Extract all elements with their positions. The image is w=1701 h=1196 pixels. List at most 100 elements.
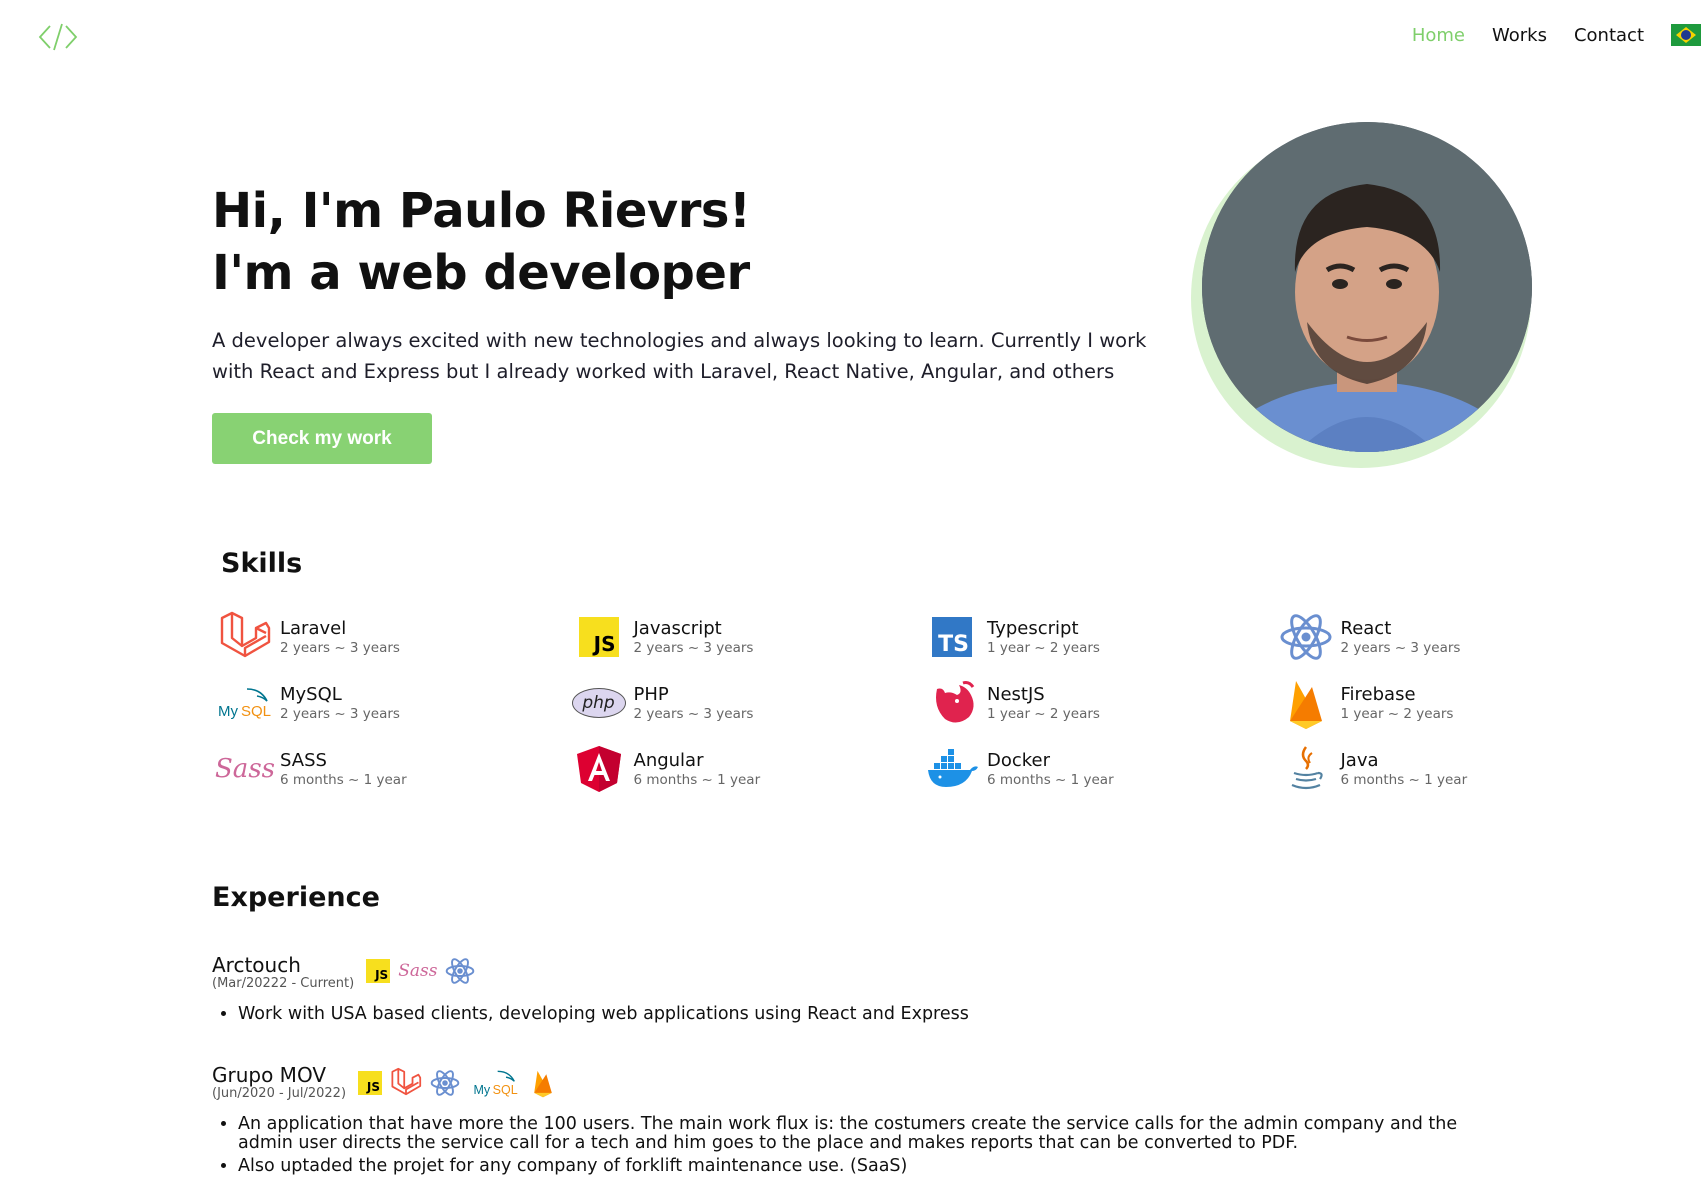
skill-name: Angular [633,750,704,771]
skill-name: SASS [280,750,327,771]
job-period: (Mar/20222 - Current) [212,976,355,991]
job-info: Grupo MOV (Jun/2020 - Jul/2022) [212,1063,346,1101]
profile-avatar [1202,122,1532,452]
sass-icon: Sass [215,741,275,797]
skill-duration: 2 years ~ 3 years [1340,640,1461,656]
skill-docker: Docker 6 months ~ 1 year [923,736,1277,802]
main-nav: Home Works Contact [1385,24,1701,46]
skills-grid: Laravel 2 years ~ 3 years JS Javascript 2 … [215,604,1636,802]
job-header: Grupo MOV (Jun/2020 - Jul/2022) JS My SQL [212,1063,1512,1101]
skill-duration: 2 years ~ 3 years [280,706,400,722]
sass-logo-text: Sass [398,961,438,981]
job-grupo-mov: Grupo MOV (Jun/2020 - Jul/2022) JS My SQL… [212,1063,1512,1180]
skill-duration: 6 months ~ 1 year [280,772,407,788]
laravel-icon [390,1067,422,1099]
hero-title: Hi, I'm Paulo Rievrs! I'm a web develope… [212,180,751,304]
skill-name: Java [1340,750,1379,771]
brazil-flag-icon[interactable] [1671,24,1701,46]
skill-name: NestJS [987,684,1045,705]
js-badge: JS [358,1071,383,1095]
job-bullet: An application that have more the 100 us… [238,1115,1512,1153]
sass-logo-text: Sass [215,754,275,784]
skill-duration: 1 year ~ 2 years [987,706,1100,722]
angular-icon [570,741,628,797]
skill-php: php PHP 2 years ~ 3 years [570,670,924,736]
job-bullets: An application that have more the 100 us… [212,1115,1512,1176]
java-icon [1277,741,1335,797]
profile-photo-illustration [1202,122,1532,452]
nav-contact-link[interactable]: Contact [1574,25,1644,46]
php-badge: php [571,688,626,718]
job-period: (Jun/2020 - Jul/2022) [212,1086,347,1101]
skill-java: Java 6 months ~ 1 year [1277,736,1631,802]
job-arctouch: Arctouch (Mar/20222 - Current) JS Sass W… [212,953,969,1028]
job-header: Arctouch (Mar/20222 - Current) JS Sass [212,953,969,991]
nav-works-link[interactable]: Works [1492,25,1547,46]
svg-text:My: My [218,703,238,720]
skill-duration: 6 months ~ 1 year [633,772,761,788]
typescript-icon: TS [923,609,981,665]
code-brackets-logo-icon[interactable] [38,20,78,54]
nestjs-icon [923,675,981,731]
skill-firebase: Firebase 1 year ~ 2 years [1277,670,1631,736]
flag-globe [1681,30,1691,40]
sass-icon: Sass [398,961,437,981]
javascript-icon: JS [366,959,391,983]
skill-name: Laravel [280,618,347,639]
hero-title-line1: Hi, I'm Paulo Rievrs! [212,183,751,239]
react-icon [1277,609,1335,665]
hero-description: A developer always excited with new tech… [212,329,1147,383]
skill-name: Firebase [1340,684,1416,705]
skill-name: Javascript [633,618,722,639]
skill-laravel: Laravel 2 years ~ 3 years [216,604,570,670]
experience-title: Experience [212,882,380,913]
docker-icon [923,741,981,797]
hero-title-line2: I'm a web developer [212,245,750,301]
job-tech-icons: JS Sass [366,957,483,985]
skill-duration: 2 years ~ 3 years [633,640,754,656]
job-bullets: Work with USA based clients, developing … [212,1005,969,1024]
skills-title: Skills [221,548,303,579]
job-info: Arctouch (Mar/20222 - Current) [212,953,354,991]
skill-javascript: JS Javascript 2 years ~ 3 years [570,604,924,670]
react-icon [445,957,475,985]
skill-angular: Angular 6 months ~ 1 year [570,736,924,802]
ts-badge: TS [932,617,972,657]
top-navigation: Home Works Contact [0,0,1701,75]
skill-duration: 2 years ~ 3 years [280,640,400,656]
job-tech-icons: JS My SQL [358,1067,562,1099]
react-icon [430,1069,460,1097]
skill-sass: Sass SASS 6 months ~ 1 year [215,736,570,802]
svg-text:SQL: SQL [241,703,271,720]
job-bullet: Work with USA based clients, developing … [238,1005,969,1024]
laravel-icon [216,609,274,665]
skill-duration: 2 years ~ 3 years [633,706,754,722]
skill-typescript: TS Typescript 1 year ~ 2 years [923,604,1277,670]
svg-text:SQL: SQL [493,1083,518,1097]
skill-nestjs: NestJS 1 year ~ 2 years [923,670,1277,736]
skill-mysql: My SQL MySQL 2 years ~ 3 years [216,670,570,736]
skill-name: Docker [987,750,1051,771]
svg-text:My: My [474,1083,491,1097]
firebase-icon [1277,675,1335,731]
skill-react: React 2 years ~ 3 years [1277,604,1631,670]
skill-name: Typescript [987,618,1079,639]
js-badge: JS [578,617,619,657]
mysql-icon: My SQL [216,675,274,731]
javascript-icon: JS [358,1071,383,1095]
js-badge: JS [366,959,391,983]
skill-name: React [1340,618,1392,639]
skill-name: PHP [633,684,669,705]
skill-duration: 6 months ~ 1 year [1340,772,1468,788]
nav-home-link[interactable]: Home [1412,25,1465,46]
check-my-work-button[interactable]: Check my work [212,413,432,464]
javascript-icon: JS [570,609,628,665]
job-bullet: Also uptaded the projet for any company … [238,1157,1512,1176]
php-icon: php [570,675,628,731]
skill-duration: 1 year ~ 2 years [987,640,1100,656]
skill-name: MySQL [280,684,342,705]
skill-duration: 1 year ~ 2 years [1340,706,1454,722]
mysql-icon: My SQL [468,1068,524,1098]
skill-duration: 6 months ~ 1 year [987,772,1114,788]
job-company: Grupo MOV [212,1063,327,1087]
